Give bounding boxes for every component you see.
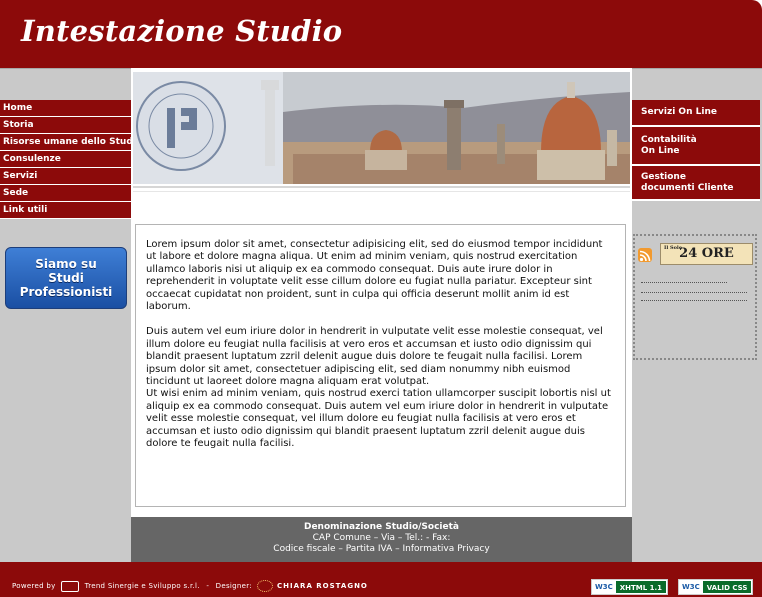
news-line-1 xyxy=(641,282,727,283)
credits-separator: - xyxy=(206,582,210,590)
w3c-css-label: VALID CSS xyxy=(702,581,752,593)
nav-item-consulenze[interactable]: Consulenze xyxy=(0,151,131,168)
ts-logo-icon xyxy=(61,580,80,592)
footer-fiscal-info[interactable]: Codice fiscale – Partita IVA – Informati… xyxy=(131,544,632,555)
w3c-xhtml-badge[interactable]: W3C XHTML 1.1 xyxy=(591,579,669,595)
site-footer: Denominazione Studio/Società CAP Comune … xyxy=(131,517,632,562)
nav-item-sede[interactable]: Sede xyxy=(0,185,131,202)
right-nav: Servizi On Line Contabilità On Line Gest… xyxy=(632,100,760,201)
powered-by-label: Powered by xyxy=(12,582,56,590)
rnav-gestione-label: Gestione xyxy=(641,171,686,182)
rnav-documenti-label: documenti Cliente xyxy=(641,182,734,193)
designer-logo-icon xyxy=(256,580,273,592)
w3c-xhtml-logo: W3C xyxy=(595,583,613,591)
site-header: Intestazione Studio xyxy=(0,0,762,68)
nav-item-home[interactable]: Home xyxy=(0,100,131,117)
rss-icon-glyph xyxy=(639,250,651,262)
content-box: Lorem ipsum dolor sit amet, consectetur … xyxy=(135,224,626,507)
logo-text: 24 ORE xyxy=(679,246,734,261)
content-paragraph-1: Lorem ipsum dolor sit amet, consectetur … xyxy=(146,239,603,313)
footer-address: CAP Comune – Via – Tel.: - Fax: xyxy=(312,533,451,543)
designer-label: Designer: xyxy=(215,582,252,590)
main-content-area: Lorem ipsum dolor sit amet, consectetur … xyxy=(131,68,632,562)
badge-line-1: Siamo su xyxy=(35,257,97,271)
nav-item-servizi[interactable]: Servizi xyxy=(0,168,131,185)
rnav-servizi-online-label: Servizi On Line xyxy=(641,107,717,117)
rnav-gestione-documenti[interactable]: Gestione documenti Cliente xyxy=(632,166,760,201)
w3c-css-badge[interactable]: W3C VALID CSS xyxy=(678,579,754,595)
nav-item-risorse-umane[interactable]: Risorse umane dello Studio xyxy=(0,134,131,151)
news-line-2 xyxy=(641,292,747,293)
rnav-contabilita-label: Contabilità xyxy=(641,134,697,145)
main-nav: Home Storia Risorse umane dello Studio C… xyxy=(0,100,131,219)
content-paragraph-3: Ut wisi enim ad minim veniam, quis nostr… xyxy=(146,388,611,450)
rss-icon[interactable] xyxy=(638,248,652,262)
florence-skyline-image xyxy=(133,72,630,184)
banner-divider-thin xyxy=(133,191,630,192)
rnav-contabilita-online[interactable]: Contabilità On Line xyxy=(632,127,760,166)
badge-line-3: Professionisti xyxy=(19,285,113,299)
nav-item-link-utili[interactable]: Link utili xyxy=(0,202,131,219)
site-title: Intestazione Studio xyxy=(21,14,343,48)
rnav-online-label: On Line xyxy=(641,145,680,156)
badge-line-2: Studi xyxy=(48,271,84,285)
banner-divider xyxy=(133,186,630,188)
studi-professionisti-button[interactable]: Siamo su Studi Professionisti xyxy=(5,247,127,309)
news-feed-box: Il Sole 24 ORE xyxy=(633,234,757,360)
powered-by-company[interactable]: Trend Sinergie e Sviluppo s.r.l. xyxy=(85,582,200,590)
news-line-3 xyxy=(641,300,747,301)
nav-item-storia[interactable]: Storia xyxy=(0,117,131,134)
logo-prefix: Il Sole xyxy=(664,245,683,251)
rnav-servizi-online[interactable]: Servizi On Line xyxy=(632,100,760,127)
sole-24-ore-logo[interactable]: Il Sole 24 ORE xyxy=(660,243,753,265)
content-paragraph-2: Duis autem vel eum iriure dolor in hendr… xyxy=(146,326,603,388)
footer-company-name: Denominazione Studio/Società xyxy=(303,522,459,532)
credits-bar: Powered by Trend Sinergie e Sviluppo s.r… xyxy=(0,562,762,597)
powered-by: Powered by Trend Sinergie e Sviluppo s.r… xyxy=(12,580,368,592)
header-banner-image xyxy=(133,72,630,184)
designer-name[interactable]: CHIARA ROSTAGNO xyxy=(277,582,368,590)
w3c-css-logo: W3C xyxy=(682,583,700,591)
w3c-xhtml-label: XHTML 1.1 xyxy=(615,581,667,593)
